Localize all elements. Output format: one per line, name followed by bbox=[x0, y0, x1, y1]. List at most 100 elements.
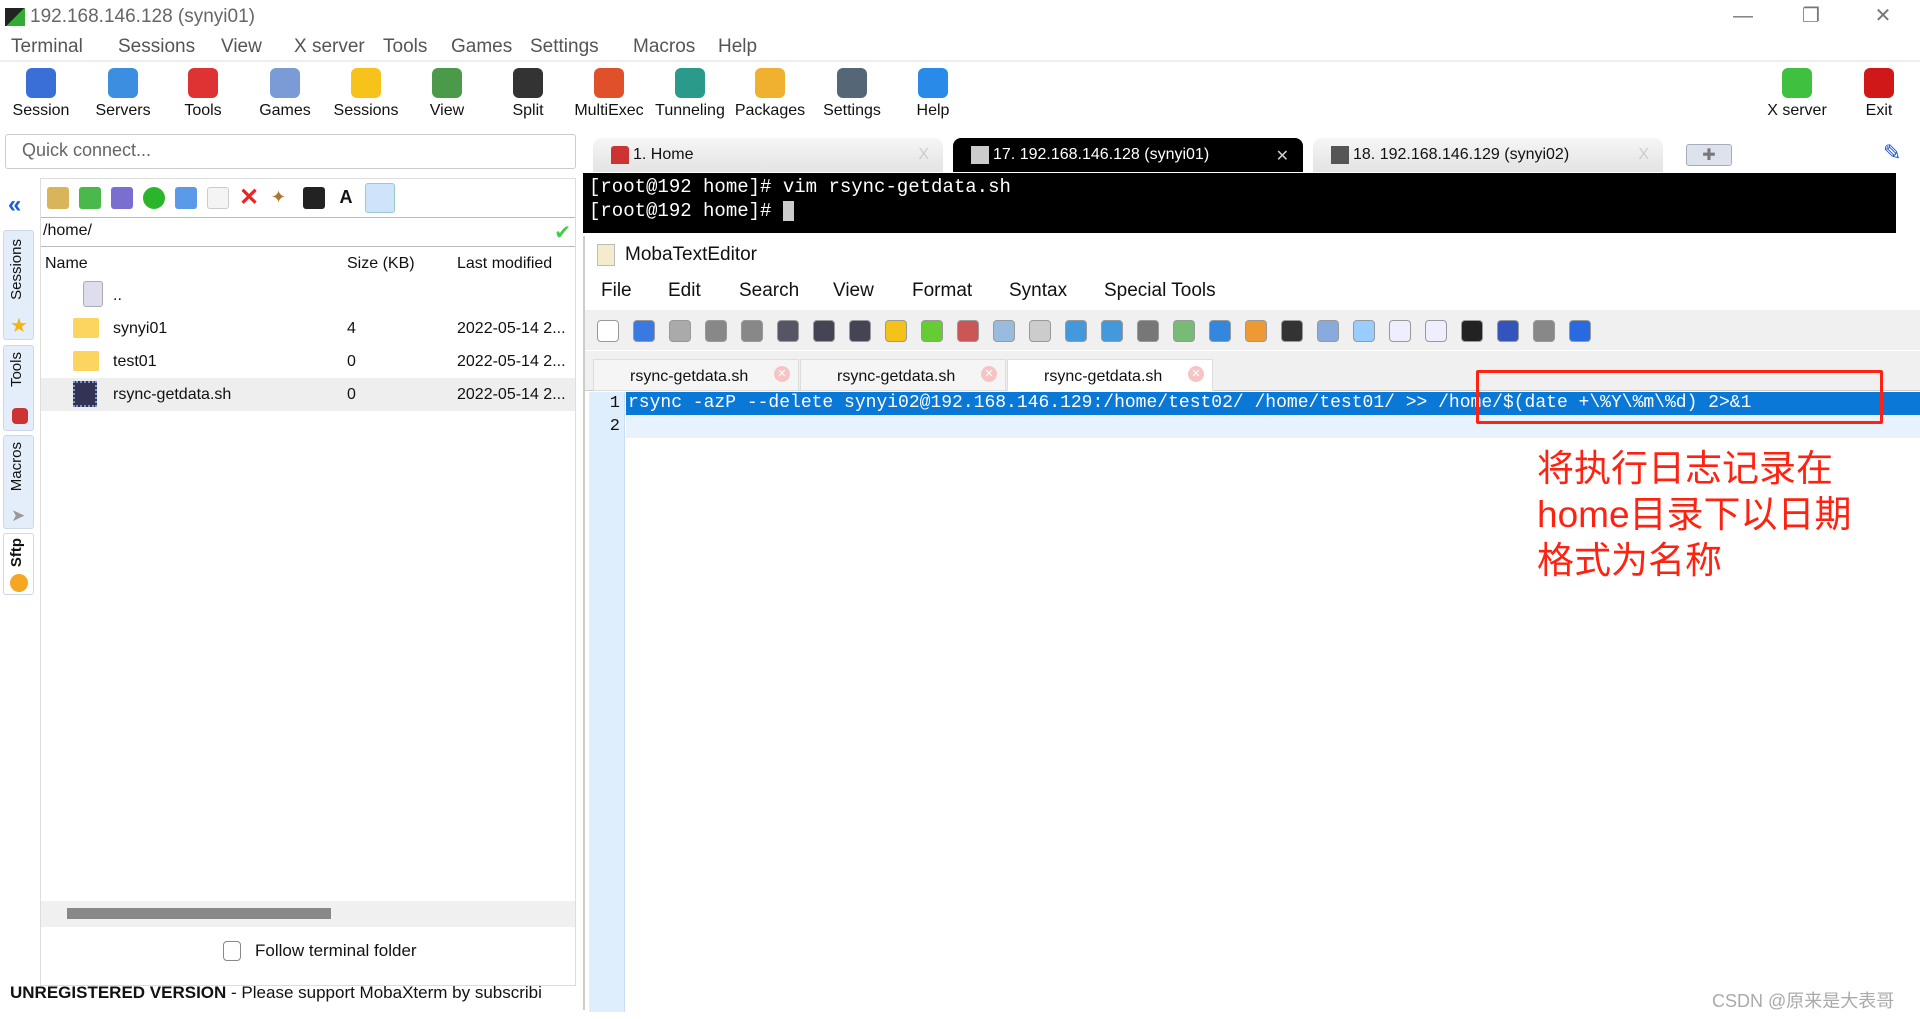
file-row[interactable]: .. bbox=[41, 279, 575, 312]
menu-settings[interactable]: Settings bbox=[530, 36, 599, 58]
macro-record-icon[interactable] bbox=[1173, 320, 1195, 342]
follow-folder-checkbox[interactable] bbox=[223, 941, 241, 961]
editor-menu-syntax[interactable]: Syntax bbox=[1009, 280, 1067, 302]
save-icon[interactable] bbox=[705, 320, 727, 342]
collapse-icon[interactable]: « bbox=[8, 191, 21, 219]
paste-icon[interactable] bbox=[1029, 320, 1051, 342]
close-button[interactable]: ✕ bbox=[1860, 2, 1906, 30]
terminal[interactable]: [root@192 home]# vim rsync-getdata.sh [r… bbox=[583, 173, 1896, 233]
mac-eol-icon[interactable] bbox=[1317, 320, 1339, 342]
magic-wand-icon[interactable]: ✦ bbox=[271, 187, 293, 209]
settings-list-icon[interactable] bbox=[1461, 320, 1483, 342]
save-all-icon[interactable] bbox=[741, 320, 763, 342]
editor-menu-special-tools[interactable]: Special Tools bbox=[1104, 280, 1216, 302]
toolbar-settings-button[interactable]: Settings bbox=[811, 64, 893, 130]
copy-icon[interactable] bbox=[993, 320, 1015, 342]
menu-terminal[interactable]: Terminal bbox=[11, 36, 83, 58]
delete-icon[interactable]: ✕ bbox=[239, 186, 261, 210]
new-folder-icon[interactable] bbox=[175, 187, 197, 209]
new-icon[interactable] bbox=[597, 320, 619, 342]
editor-tab[interactable]: rsync-getdata.sh ✕ bbox=[800, 359, 1006, 391]
word-wrap-icon[interactable] bbox=[1353, 320, 1375, 342]
indent-icon[interactable] bbox=[813, 320, 835, 342]
menu-help[interactable]: Help bbox=[718, 36, 757, 58]
find-icon[interactable] bbox=[1065, 320, 1087, 342]
columns-view-icon[interactable] bbox=[365, 183, 395, 213]
tab-close[interactable]: ✕ bbox=[1276, 146, 1289, 166]
tools-icon[interactable] bbox=[1497, 320, 1519, 342]
minimize-button[interactable]: — bbox=[1720, 2, 1766, 30]
toolbar-split-button[interactable]: Split bbox=[487, 64, 569, 130]
editor-menu-view[interactable]: View bbox=[833, 280, 874, 302]
tools2-icon[interactable] bbox=[1533, 320, 1555, 342]
restore-button[interactable]: ❐ bbox=[1788, 2, 1834, 30]
close-icon[interactable]: ✕ bbox=[774, 366, 790, 382]
path-input[interactable]: /home/ ✔ bbox=[41, 217, 575, 247]
editor-menu-search[interactable]: Search bbox=[739, 280, 799, 302]
macro-play-icon[interactable] bbox=[1209, 320, 1231, 342]
download-icon[interactable] bbox=[79, 187, 101, 209]
outdent-icon[interactable] bbox=[849, 320, 871, 342]
bookmark-icon[interactable] bbox=[885, 320, 907, 342]
editor-tab-active[interactable]: rsync-getdata.sh ✕ bbox=[1007, 359, 1213, 391]
terminal-icon[interactable] bbox=[303, 187, 325, 209]
side-tab-tools[interactable]: Tools bbox=[3, 345, 34, 431]
power-icon[interactable] bbox=[1569, 320, 1591, 342]
toolbar-games-button[interactable]: Games bbox=[244, 64, 326, 130]
menu-macros[interactable]: Macros bbox=[633, 36, 695, 58]
close-icon[interactable]: ✕ bbox=[981, 366, 997, 382]
new-tab-button[interactable]: ✚ bbox=[1686, 144, 1732, 166]
toolbar-view-button[interactable]: View bbox=[406, 64, 488, 130]
open-icon[interactable] bbox=[633, 320, 655, 342]
font-icon[interactable]: A bbox=[335, 187, 357, 209]
tab-synyi01[interactable]: 17. 192.168.146.128 (synyi01) ✕ bbox=[953, 138, 1303, 172]
tab-close[interactable]: X bbox=[1638, 146, 1649, 164]
tab-synyi02[interactable]: 18. 192.168.146.129 (synyi02) X bbox=[1313, 138, 1663, 172]
horizontal-scrollbar[interactable] bbox=[41, 901, 575, 927]
side-tab-sftp[interactable]: Sftp bbox=[3, 533, 34, 595]
windows-eol-icon[interactable] bbox=[1245, 320, 1267, 342]
toolbar-multiexec-button[interactable]: MultiExec bbox=[568, 64, 650, 130]
toolbar-servers-button[interactable]: Servers bbox=[82, 64, 164, 130]
line-numbers-icon[interactable] bbox=[1389, 320, 1411, 342]
refresh-icon[interactable] bbox=[143, 187, 165, 209]
close-icon[interactable] bbox=[777, 320, 799, 342]
scrollbar-thumb[interactable] bbox=[67, 908, 331, 919]
menu-xserver[interactable]: X server bbox=[294, 36, 365, 58]
toolbar-session-button[interactable]: Session bbox=[0, 64, 82, 130]
toolbar-help-button[interactable]: Help bbox=[892, 64, 974, 130]
tab-home[interactable]: 1. Home X bbox=[593, 138, 943, 172]
toolbar-exit-button[interactable]: Exit bbox=[1838, 64, 1920, 130]
menu-tools[interactable]: Tools bbox=[383, 36, 427, 58]
quick-connect-input[interactable]: Quick connect... bbox=[5, 134, 576, 169]
new-file-icon[interactable] bbox=[207, 187, 229, 209]
column-modified[interactable]: Last modified bbox=[457, 255, 552, 273]
goto-icon[interactable] bbox=[1137, 320, 1159, 342]
tab-close[interactable]: X bbox=[918, 146, 929, 164]
file-row[interactable]: synyi01 4 2022-05-14 2... bbox=[41, 312, 575, 345]
toolbar-tools-button[interactable]: Tools bbox=[162, 64, 244, 130]
editor-tab[interactable]: rsync-getdata.sh ✕ bbox=[593, 359, 799, 391]
column-size[interactable]: Size (KB) bbox=[347, 255, 415, 273]
toolbar-xserver-button[interactable]: X server bbox=[1756, 64, 1838, 130]
show-symbols-icon[interactable] bbox=[1425, 320, 1447, 342]
editor-menu-format[interactable]: Format bbox=[912, 280, 972, 302]
menu-view[interactable]: View bbox=[221, 36, 262, 58]
close-icon[interactable]: ✕ bbox=[1188, 366, 1204, 382]
cut-icon[interactable] bbox=[957, 320, 979, 342]
support-message[interactable]: - Please support MobaXterm by subscribi bbox=[226, 983, 542, 1002]
menu-games[interactable]: Games bbox=[451, 36, 512, 58]
menu-sessions[interactable]: Sessions bbox=[118, 36, 195, 58]
editor-menu-file[interactable]: File bbox=[601, 280, 632, 302]
editor-menu-edit[interactable]: Edit bbox=[668, 280, 701, 302]
reload-icon[interactable] bbox=[669, 320, 691, 342]
checkmark-icon[interactable]: ✔ bbox=[554, 220, 571, 245]
side-tab-macros[interactable]: Macros ➤ bbox=[3, 435, 34, 529]
toolbar-sessions-button[interactable]: Sessions bbox=[325, 64, 407, 130]
bookmark-next-icon[interactable] bbox=[921, 320, 943, 342]
side-tab-sessions[interactable]: Sessions ★ bbox=[3, 230, 34, 340]
toolbar-tunneling-button[interactable]: Tunneling bbox=[649, 64, 731, 130]
find-replace-icon[interactable] bbox=[1101, 320, 1123, 342]
upload-icon[interactable] bbox=[111, 187, 133, 209]
column-name[interactable]: Name bbox=[45, 255, 88, 273]
